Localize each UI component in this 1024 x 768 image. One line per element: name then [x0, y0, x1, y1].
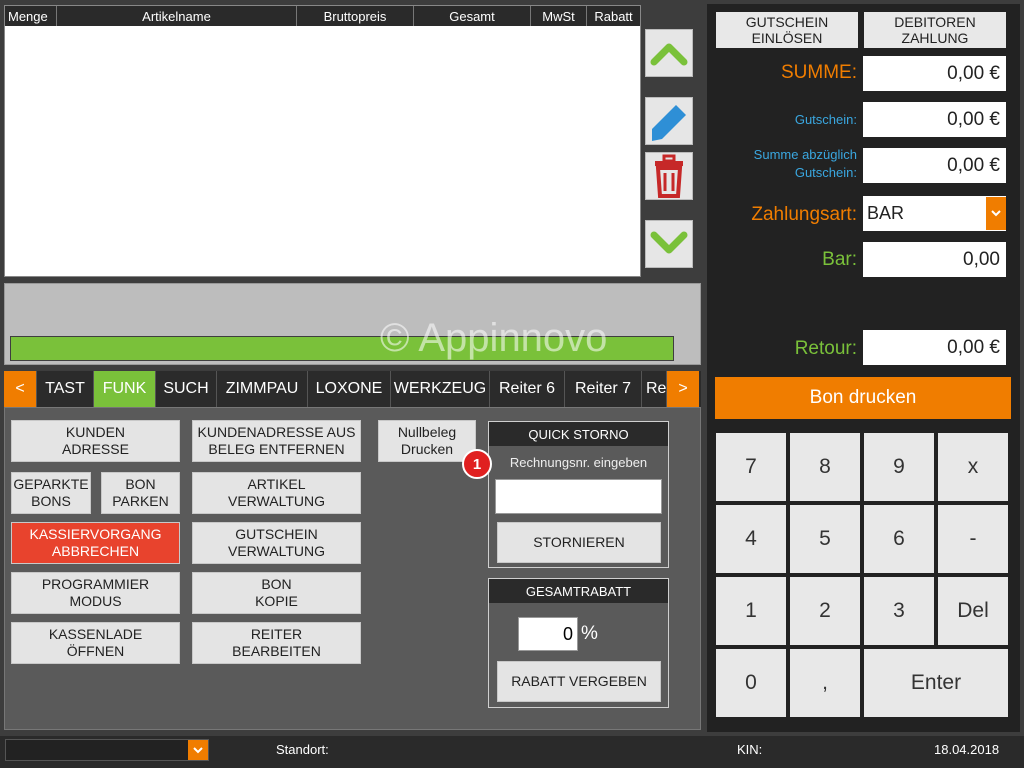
- bar-label: Bar:: [822, 249, 857, 270]
- tab-reiter-8[interactable]: Re: [642, 371, 667, 407]
- bar-input[interactable]: 0,00: [863, 242, 1006, 277]
- pencil-icon: [652, 105, 686, 141]
- retour-value: 0,00 €: [863, 330, 1006, 365]
- tab-tast[interactable]: TAST: [37, 371, 94, 407]
- standort-label: Standort:: [276, 742, 329, 757]
- info-area: © Appinnovo: [4, 283, 701, 365]
- chevron-down-icon: [188, 740, 208, 760]
- key-del[interactable]: Del: [938, 577, 1008, 645]
- tab-bar: < TAST FUNK SUCH ZIMMPAU LOXONE WERKZEUG…: [4, 371, 701, 407]
- retour-label: Retour:: [794, 338, 857, 359]
- zahlungsart-label: Zahlungsart:: [751, 204, 857, 225]
- key-6[interactable]: 6: [864, 505, 934, 573]
- step-badge: 1: [462, 449, 492, 479]
- chevron-up-icon: [650, 43, 688, 66]
- function-panel: KUNDEN ADRESSE KUNDENADRESSE AUS BELEG E…: [4, 407, 701, 730]
- watermark: © Appinnovo: [380, 316, 608, 360]
- reiter-bearbeiten-button[interactable]: REITER BEARBEITEN: [192, 622, 361, 664]
- key-9[interactable]: 9: [864, 433, 934, 501]
- kassiervorgang-abbrechen-button[interactable]: KASSIERVORGANG ABBRECHEN: [11, 522, 180, 564]
- stornieren-button[interactable]: STORNIEREN: [497, 522, 661, 563]
- rechnungsnr-input[interactable]: [495, 479, 662, 514]
- quick-storno-prompt: Rechnungsnr. eingeben: [509, 455, 648, 470]
- pos-window: Menge Artikelname Bruttopreis Gesamt MwS…: [0, 0, 1024, 768]
- col-rabatt[interactable]: Rabatt: [587, 6, 640, 26]
- gutschein-verwaltung-button[interactable]: GUTSCHEIN VERWALTUNG: [192, 522, 361, 564]
- key-7[interactable]: 7: [716, 433, 786, 501]
- bon-kopie-button[interactable]: BON KOPIE: [192, 572, 361, 614]
- col-mwst[interactable]: MwSt: [531, 6, 587, 26]
- key-x[interactable]: x: [938, 433, 1008, 501]
- gutschein-label: Gutschein:: [794, 112, 857, 127]
- tab-scroll-right[interactable]: >: [667, 371, 699, 407]
- kin-label: KIN:: [737, 742, 763, 757]
- article-table[interactable]: Menge Artikelname Bruttopreis Gesamt MwS…: [4, 5, 641, 277]
- key-1[interactable]: 1: [716, 577, 786, 645]
- kunden-adresse-button[interactable]: KUNDEN ADRESSE: [11, 420, 180, 462]
- bon-parken-button[interactable]: BON PARKEN: [101, 472, 180, 514]
- artikel-verwaltung-button[interactable]: ARTIKEL VERWALTUNG: [192, 472, 361, 514]
- geparkte-bons-button[interactable]: GEPARKTE BONS: [11, 472, 91, 514]
- tab-scroll-left[interactable]: <: [4, 371, 37, 407]
- payment-panel: GUTSCHEIN EINLÖSEN DEBITOREN ZAHLUNG SUM…: [707, 4, 1020, 732]
- status-date: 18.04.2018: [934, 742, 1000, 757]
- key-enter[interactable]: Enter: [864, 649, 1008, 717]
- gesamtrabatt-box: GESAMTRABATT 0 % RABATT VERGEBEN: [488, 578, 669, 708]
- chevron-down-icon: [650, 231, 688, 254]
- nullbeleg-drucken-button[interactable]: Nullbeleg Drucken: [378, 420, 476, 462]
- tab-funk[interactable]: FUNK: [94, 371, 156, 407]
- tab-reiter-7[interactable]: Reiter 7: [565, 371, 642, 407]
- col-gesamt[interactable]: Gesamt: [414, 6, 531, 26]
- status-bar: Standort: KIN: 18.04.2018: [0, 736, 1024, 768]
- gutschein-value: 0,00 €: [863, 102, 1006, 137]
- summe-label: SUMME:: [781, 62, 857, 83]
- tab-such[interactable]: SUCH: [156, 371, 217, 407]
- scroll-down-button[interactable]: [645, 220, 693, 268]
- trash-icon: [655, 154, 683, 198]
- key-4[interactable]: 4: [716, 505, 786, 573]
- debitoren-zahlung-button[interactable]: DEBITOREN ZAHLUNG: [864, 12, 1006, 48]
- tab-reiter-6[interactable]: Reiter 6: [490, 371, 565, 407]
- key-minus[interactable]: -: [938, 505, 1008, 573]
- zahlungsart-select[interactable]: BAR: [863, 196, 1006, 231]
- key-0[interactable]: 0: [716, 649, 786, 717]
- gutschein-einloesen-button[interactable]: GUTSCHEIN EINLÖSEN: [716, 12, 858, 48]
- edit-button[interactable]: [645, 97, 693, 145]
- gesamtrabatt-title: GESAMTRABATT: [489, 579, 668, 603]
- kassenlade-oeffnen-button[interactable]: KASSENLADE ÖFFNEN: [11, 622, 180, 664]
- col-menge[interactable]: Menge: [5, 6, 57, 26]
- tab-zimmpau[interactable]: ZIMMPAU: [217, 371, 308, 407]
- zahlungsart-value: BAR: [867, 203, 905, 223]
- key-comma[interactable]: ,: [790, 649, 860, 717]
- key-3[interactable]: 3: [864, 577, 934, 645]
- delete-button[interactable]: [645, 152, 693, 200]
- summe-abz-label: Summe abzüglich Gutschein:: [753, 147, 857, 180]
- chevron-down-icon: [986, 197, 1006, 230]
- summe-value: 0,00 €: [863, 56, 1006, 91]
- key-8[interactable]: 8: [790, 433, 860, 501]
- rabatt-vergeben-button[interactable]: RABATT VERGEBEN: [497, 661, 661, 702]
- percent-sign: %: [581, 623, 598, 644]
- location-select[interactable]: [5, 739, 209, 761]
- col-bruttopreis[interactable]: Bruttopreis: [297, 6, 414, 26]
- quick-storno-title: QUICK STORNO: [489, 422, 668, 446]
- tab-loxone[interactable]: LOXONE: [308, 371, 391, 407]
- col-artikelname[interactable]: Artikelname: [57, 6, 297, 26]
- scroll-up-button[interactable]: [645, 29, 693, 77]
- table-header: Menge Artikelname Bruttopreis Gesamt MwS…: [5, 6, 640, 26]
- rabatt-input[interactable]: 0: [518, 617, 578, 651]
- kundenadresse-entfernen-button[interactable]: KUNDENADRESSE AUS BELEG ENTFERNEN: [192, 420, 361, 462]
- key-2[interactable]: 2: [790, 577, 860, 645]
- quick-storno-box: QUICK STORNO Rechnungsnr. eingeben STORN…: [488, 421, 669, 568]
- programmier-modus-button[interactable]: PROGRAMMIER MODUS: [11, 572, 180, 614]
- tab-werkzeug[interactable]: WERKZEUG: [391, 371, 490, 407]
- bon-drucken-button[interactable]: Bon drucken: [715, 377, 1011, 419]
- key-5[interactable]: 5: [790, 505, 860, 573]
- summe-abz-value: 0,00 €: [863, 148, 1006, 183]
